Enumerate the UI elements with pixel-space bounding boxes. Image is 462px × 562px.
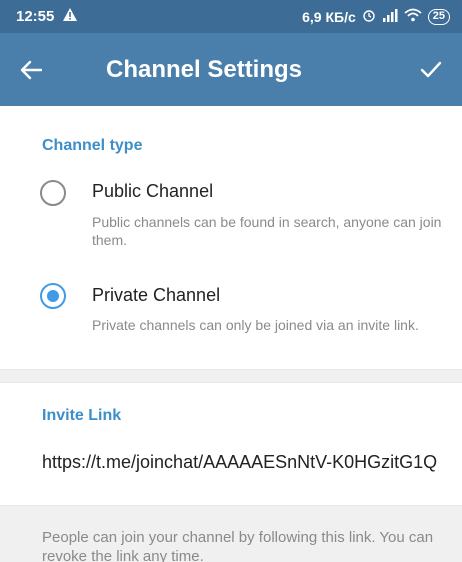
invite-link-text[interactable]: https://t.me/joinchat/AAAAAESnNtV-K0HGzi… bbox=[42, 451, 442, 473]
signal-icon bbox=[382, 8, 398, 25]
back-button[interactable] bbox=[0, 33, 62, 106]
check-icon bbox=[420, 61, 442, 77]
warning-icon bbox=[62, 7, 78, 26]
alarm-icon bbox=[362, 8, 376, 25]
option-public-channel[interactable]: Public Channel Public channels can be fo… bbox=[0, 173, 462, 263]
battery-level: 25 bbox=[432, 10, 445, 22]
done-button[interactable] bbox=[400, 33, 462, 106]
battery-icon: 25 bbox=[427, 8, 450, 25]
option-title: Public Channel bbox=[92, 181, 214, 201]
page-title: Channel Settings bbox=[106, 55, 303, 83]
option-title: Private Channel bbox=[92, 285, 221, 305]
channel-type-section: Channel type Public Channel Public chann… bbox=[0, 106, 462, 369]
status-time: 12:55 bbox=[16, 8, 55, 25]
channel-type-header: Channel type bbox=[42, 137, 143, 154]
invite-link-section: Invite Link https://t.me/joinchat/AAAAAE… bbox=[0, 383, 462, 499]
status-bar: 12:55 6,9 КБ/с 25 bbox=[0, 0, 462, 33]
public-radio[interactable] bbox=[40, 180, 66, 206]
private-radio[interactable] bbox=[40, 283, 66, 309]
option-description: Private channels can only be joined via … bbox=[92, 317, 419, 333]
invite-info-text: People can join your channel by followin… bbox=[42, 529, 434, 562]
wifi-icon bbox=[404, 8, 422, 25]
invite-link-header: Invite Link bbox=[42, 407, 122, 424]
invite-info-footer: People can join your channel by followin… bbox=[0, 505, 462, 562]
option-description: Public channels can be found in search, … bbox=[92, 214, 442, 248]
arrow-left-icon bbox=[20, 60, 42, 79]
network-speed: 6,9 КБ/с bbox=[302, 8, 356, 25]
option-private-channel[interactable]: Private Channel Private channels can onl… bbox=[0, 278, 462, 368]
section-divider bbox=[0, 369, 462, 383]
toolbar: Channel Settings bbox=[0, 33, 462, 106]
